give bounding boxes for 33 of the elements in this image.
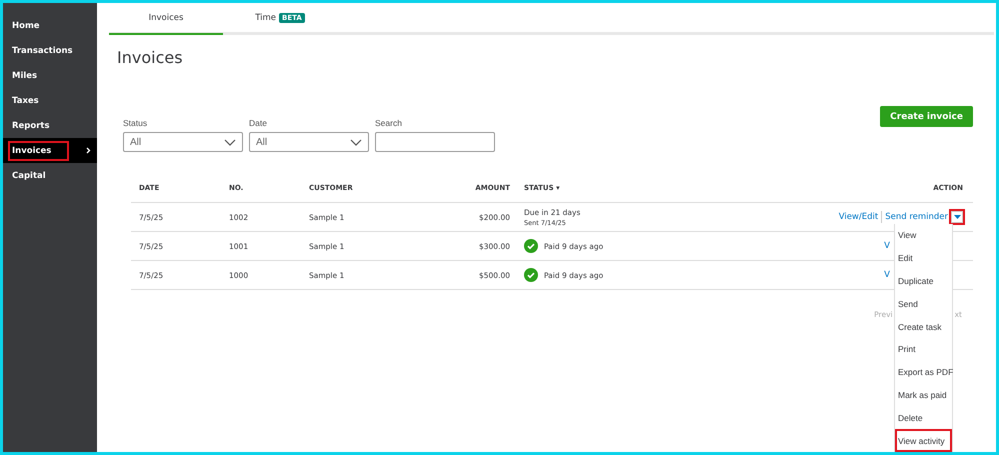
sidebar-item[interactable]: Miles <box>3 63 97 88</box>
menu-item[interactable]: Export as PDF <box>895 360 952 384</box>
chevron-down-icon <box>350 138 362 146</box>
sidebar-item[interactable]: Home <box>3 13 97 38</box>
menu-item[interactable]: Send <box>895 292 952 316</box>
sidebar-item[interactable]: Taxes <box>3 88 97 113</box>
page-title: Invoices <box>117 48 184 67</box>
search-field[interactable] <box>375 132 495 152</box>
menu-item[interactable]: Print <box>895 338 952 361</box>
menu-item[interactable]: Delete <box>895 406 952 430</box>
filter-label: Search <box>375 118 403 128</box>
sidebar-item[interactable]: Reports <box>3 113 97 138</box>
menu-item[interactable]: Duplicate <box>895 270 952 292</box>
select-field[interactable]: All <box>123 132 243 152</box>
chevron-down-icon <box>224 138 236 146</box>
filter-label: Date <box>249 118 268 128</box>
select-field[interactable]: All <box>249 132 369 152</box>
menu-item[interactable]: View activity <box>895 429 952 452</box>
filter-label: Status <box>123 118 148 128</box>
tab[interactable]: Invoices <box>109 3 223 35</box>
sidebar-item[interactable]: Transactions <box>3 38 97 63</box>
menu-item[interactable]: View <box>895 224 952 247</box>
sidebar-item[interactable]: Capital <box>3 163 97 188</box>
sidebar-item[interactable]: Invoices <box>3 138 97 163</box>
action-link[interactable]: View/Edit <box>838 212 878 222</box>
menu-item[interactable]: Mark as paid <box>895 384 952 406</box>
action-link[interactable]: Send reminder <box>885 212 948 222</box>
action-link[interactable]: V <box>884 241 890 251</box>
menu-item[interactable]: Create task <box>895 315 952 338</box>
menu-item[interactable]: Edit <box>895 246 952 270</box>
caret-icon <box>954 215 960 219</box>
action-link[interactable]: V <box>884 270 890 280</box>
dropdown-button[interactable] <box>951 211 963 223</box>
